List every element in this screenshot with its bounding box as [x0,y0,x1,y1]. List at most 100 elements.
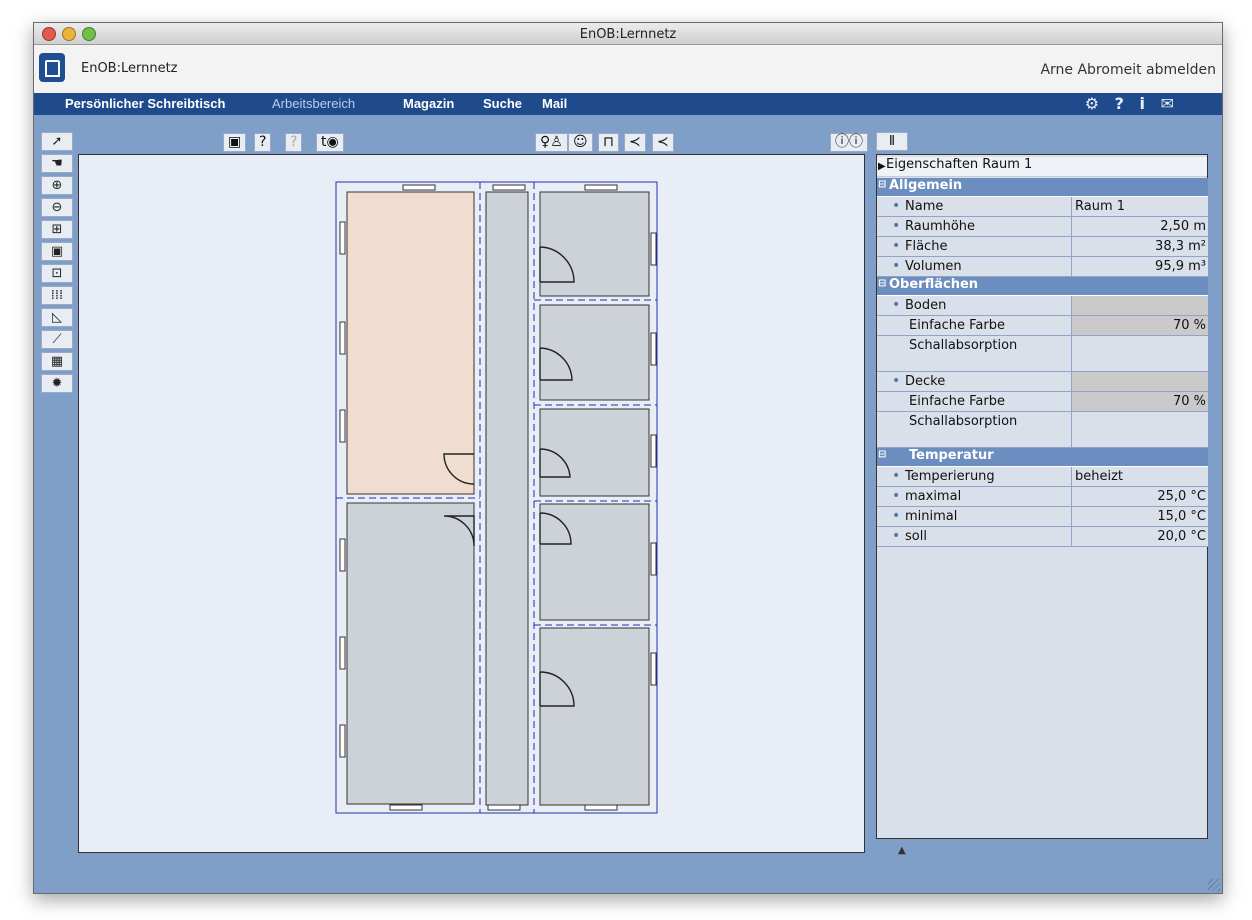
help-disabled-button: ? [285,133,303,152]
prop-key: Temperierung [892,468,995,484]
prop-value[interactable]: 2,50 m [1071,217,1208,236]
menu-item-arbeitsbereich[interactable]: Arbeitsbereich [272,96,355,111]
prop-value[interactable]: 70 % [1071,392,1208,411]
prop-row[interactable]: Einfache Farbe 70 % [877,392,1208,412]
prop-value[interactable] [1071,412,1208,447]
prop-key: Fläche [892,238,948,254]
figure-icon[interactable]: ☺ [568,133,593,152]
prop-key: Raumhöhe [892,218,975,234]
roof-icon[interactable]: ≺ [652,133,674,152]
north-view-icon[interactable]: t◉ [316,133,344,152]
stair-icon[interactable]: ≺ [624,133,646,152]
prop-key: soll [892,528,927,544]
menu-icons: ⚙ ? i ✉ [1075,94,1174,113]
mail-icon[interactable]: ✉ [1161,94,1174,113]
title-bar: EnOB:Lernnetz [34,23,1222,45]
prop-value[interactable] [1071,336,1208,371]
gear-icon[interactable]: ⚙ [1085,94,1099,113]
prop-row[interactable]: Raumhöhe 2,50 m [877,217,1208,237]
prop-row[interactable]: Boden [877,296,1208,316]
corridor[interactable] [485,191,529,806]
pattern-icon[interactable]: ▦ [41,352,73,371]
settings-icon[interactable]: ✹ [41,374,73,393]
properties-panel: Eigenschaften Raum 1 Allgemein Name Raum … [876,154,1208,839]
section-oberflaechen[interactable]: Oberflächen [877,277,1208,296]
help-icon[interactable]: ? [1115,94,1124,113]
info-toggle-icon[interactable]: ⓘⓘ [830,133,868,152]
app-title: EnOB:Lernnetz [81,61,178,76]
prop-value[interactable]: 95,9 m³ [1071,257,1208,276]
room-5[interactable] [539,408,650,497]
prop-row[interactable]: Temperierung beheizt [877,467,1208,487]
prop-row[interactable]: maximal 25,0 °C [877,487,1208,507]
zoom-in-icon[interactable]: ⊕ [41,176,73,195]
resize-handle-icon[interactable] [1208,879,1220,891]
section-allgemein[interactable]: Allgemein [877,178,1208,197]
minimize-window-button[interactable] [62,27,76,41]
properties-toolbar-button[interactable]: ⫴ [876,132,908,151]
prop-value[interactable]: 38,3 m² [1071,237,1208,256]
prop-row[interactable]: soll 20,0 °C [877,527,1208,547]
room-3[interactable] [539,191,650,297]
prop-value[interactable] [1071,372,1208,391]
menu-item-schreibtisch[interactable]: Persönlicher Schreibtisch [65,96,225,111]
help-label: ? [259,134,267,150]
scroll-up-arrow-icon[interactable]: ▲ [898,845,906,856]
grid-icon[interactable]: ⁞⁞⁞ [41,286,73,305]
prop-value[interactable]: Raum 1 [1071,197,1208,216]
zoom-window-button[interactable] [82,27,96,41]
prop-value[interactable]: 20,0 °C [1071,527,1208,546]
pan-hand-icon[interactable]: ☚ [41,154,73,173]
logo-icon[interactable] [39,53,65,82]
prop-row[interactable]: Name Raum 1 [877,197,1208,217]
zoom-window-icon[interactable]: ▣ [41,242,73,261]
left-toolbar: ➚ ☚ ⊕ ⊖ ⊞ ▣ ⊡ ⁞⁞⁞ ◺ ⟋ ▦ ✹ [41,132,73,432]
prop-key: Decke [892,373,945,389]
prop-row[interactable]: Decke [877,372,1208,392]
prop-key: Boden [892,297,946,313]
menu-item-suche[interactable]: Suche [483,96,522,111]
room-2[interactable] [346,502,475,805]
people-icon[interactable]: ♀♙ [535,133,568,152]
fit-icon[interactable]: ⊞ [41,220,73,239]
section-temperatur[interactable]: Temperatur [877,448,1208,467]
select-arrow-icon[interactable]: ➚ [41,132,73,151]
prop-key: Einfache Farbe [909,318,1005,333]
angle-icon[interactable]: ◺ [41,308,73,327]
prop-value[interactable]: 15,0 °C [1071,507,1208,526]
save-icon[interactable]: ▣ [223,133,247,152]
room-7[interactable] [539,627,650,806]
window-title: EnOB:Lernnetz [579,27,677,42]
prop-value[interactable]: 70 % [1071,316,1208,335]
table-icon[interactable]: ⊓ [598,133,619,152]
app-header: EnOB:Lernnetz Arne Abromeit abmelden [34,45,1222,93]
prop-row[interactable]: Fläche 38,3 m² [877,237,1208,257]
prop-value[interactable]: 25,0 °C [1071,487,1208,506]
prop-key: Name [892,198,943,214]
prop-key: maximal [892,488,961,504]
prop-value[interactable] [1071,296,1208,315]
prop-key: Schallabsorption [909,414,1018,429]
wall-tool-icon[interactable]: ⟋ [41,330,73,349]
help-button[interactable]: ? [254,133,272,152]
zoom-out-icon[interactable]: ⊖ [41,198,73,217]
prop-key: Schallabsorption [909,338,1018,353]
prop-row[interactable]: Schallabsorption [877,412,1208,448]
menu-item-magazin[interactable]: Magazin [403,96,454,111]
prop-row[interactable]: minimal 15,0 °C [877,507,1208,527]
snap-icon[interactable]: ⊡ [41,264,73,283]
room-1-selected[interactable] [346,191,475,495]
prop-key: Einfache Farbe [909,394,1005,409]
prop-value[interactable]: beheizt [1071,467,1208,486]
app-window: EnOB:Lernnetz EnOB:Lernnetz Arne Abromei… [33,22,1223,894]
logout-link[interactable]: Arne Abromeit abmelden [1040,62,1216,78]
prop-row[interactable]: Volumen 95,9 m³ [877,257,1208,277]
close-window-button[interactable] [42,27,56,41]
prop-key: Volumen [892,258,962,274]
floorplan-canvas[interactable] [78,154,865,853]
room-6[interactable] [539,503,650,621]
prop-row[interactable]: Schallabsorption [877,336,1208,372]
prop-row[interactable]: Einfache Farbe 70 % [877,316,1208,336]
menu-item-mail[interactable]: Mail [542,96,567,111]
info-icon[interactable]: i [1140,94,1145,113]
